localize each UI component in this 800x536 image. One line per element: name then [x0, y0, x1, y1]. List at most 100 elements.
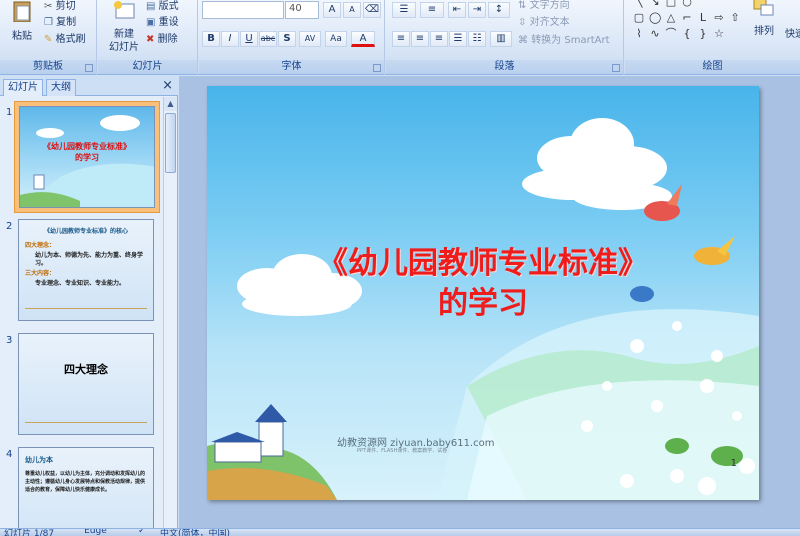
font-name-select[interactable]	[202, 1, 284, 19]
grow-font-button[interactable]: A	[323, 2, 341, 18]
paste-button[interactable]: 粘贴	[4, 0, 40, 43]
paragraph-launcher-icon[interactable]	[612, 64, 620, 72]
align-center-button[interactable]: ≡	[411, 31, 429, 47]
format-painter-button[interactable]: ✎ 格式刷	[44, 30, 86, 46]
scroll-thumb[interactable]	[165, 113, 176, 173]
reset-button[interactable]: ▣ 重设	[146, 13, 179, 29]
connector-shape-icon[interactable]: ⌐	[681, 12, 693, 24]
thumbnail-title: 《幼儿园教师专业标准》的核心	[43, 228, 128, 235]
curve-shape-icon[interactable]: ∿	[649, 28, 661, 40]
slides-group-label: 幻灯片	[98, 60, 197, 74]
clipboard-launcher-icon[interactable]	[85, 64, 93, 72]
slide-thumbnail-3[interactable]: 四大理念	[14, 329, 160, 441]
distribute-button[interactable]: ☷	[468, 31, 486, 47]
spellcheck-icon[interactable]: ✓	[138, 529, 146, 536]
paragraph-group: ☰ ≡ ⇤ ⇥ ↕ ⇅ 文字方向 ⇳ 对齐文本 ≡ ≡ ≡ ☰ ☷ ▥ ⌘ 转换…	[386, 0, 624, 75]
font-color-button[interactable]: A	[351, 31, 375, 47]
bullets-button[interactable]: ☰	[392, 2, 416, 18]
smartart-button[interactable]: ⌘ 转换为 SmartArt	[518, 31, 610, 47]
clipboard-group: 粘贴 ✂ 剪切 ❐ 复制 ✎ 格式刷 剪贴板	[0, 0, 97, 75]
strikethrough-button[interactable]: abc	[259, 31, 277, 47]
slide-edit-area: 《幼儿园教师专业标准》 的学习 幼教资源网 ziyuan.baby611.com…	[179, 76, 800, 528]
rectangle-shape-icon[interactable]: □	[665, 0, 677, 8]
freeform-shape-icon[interactable]: ⌇	[633, 28, 645, 40]
italic-button[interactable]: I	[221, 31, 239, 47]
shadow-button[interactable]: S	[278, 31, 296, 47]
quick-styles-button[interactable]: 快速	[785, 25, 800, 40]
change-case-button[interactable]: Aa	[325, 31, 347, 47]
brace-shape-icon[interactable]: }	[697, 28, 709, 40]
drawing-group: ╲ ↘ □ ○ ▢ ◯ △ ⌐ ᒪ ⇨ ⇧ ⌇ ∿ ⌒ { } ☆ 排列 快速 …	[625, 0, 800, 75]
arrow-shape-icon[interactable]: ↘	[649, 0, 661, 8]
slide-thumbnail-4[interactable]: 幼儿为本 尊重幼儿权益，以幼儿为主体，充分调动和发挥幼儿的主动性；遵循幼儿身心发…	[14, 443, 160, 528]
arrow-right-shape-icon[interactable]: ⇨	[713, 12, 725, 24]
theme-name: "Edge"	[80, 528, 111, 536]
arc-shape-icon[interactable]: ⌒	[665, 28, 677, 40]
numbering-button[interactable]: ≡	[420, 2, 444, 18]
elbow-shape-icon[interactable]: ᒪ	[697, 12, 709, 24]
star-shape-icon[interactable]: ☆	[713, 28, 725, 40]
paste-label: 粘贴	[12, 31, 32, 42]
cut-button[interactable]: ✂ 剪切	[44, 0, 76, 13]
bold-button[interactable]: B	[202, 31, 220, 47]
font-group-label: 字体	[199, 60, 384, 74]
watermark-subtext: PPT课件、FLASH课件、教案教学、试卷	[357, 448, 448, 454]
paragraph-group-label: 段落	[386, 60, 623, 74]
delete-label: 删除	[157, 34, 178, 45]
slide-page-number: 1	[730, 458, 737, 469]
char-spacing-button[interactable]: AV	[299, 31, 321, 47]
reset-label: 重设	[158, 17, 179, 28]
oval-shape-icon[interactable]: ○	[681, 0, 693, 8]
line-spacing-button[interactable]: ↕	[488, 2, 510, 18]
slide-thumbnail-1[interactable]: 《幼儿园教师专业标准》 的学习	[14, 101, 160, 213]
columns-icon: ▥	[496, 33, 506, 44]
current-slide[interactable]: 《幼儿园教师专业标准》 的学习 幼教资源网 ziyuan.baby611.com…	[207, 86, 759, 500]
align-right-button[interactable]: ≡	[430, 31, 448, 47]
shapes-gallery[interactable]: ╲ ↘ □ ○ ▢ ◯ △ ⌐ ᒪ ⇨ ⇧ ⌇ ∿ ⌒ { } ☆	[633, 0, 743, 46]
delete-button[interactable]: ✖ 删除	[146, 30, 178, 46]
slides-panel: 幻灯片 大纲 × 1 《幼儿园教师专业标准》 的学习 2 《幼儿园教师专业标准》…	[0, 76, 178, 528]
bracket-shape-icon[interactable]: {	[681, 28, 693, 40]
copy-label: 复制	[56, 17, 77, 28]
cut-label: 剪切	[55, 1, 76, 12]
new-slide-label: 新建 幻灯片	[109, 29, 139, 53]
arrange-button[interactable]: 排列	[749, 0, 779, 38]
new-slide-button[interactable]: 新建 幻灯片	[102, 0, 146, 54]
shrink-font-button[interactable]: A	[343, 2, 361, 18]
line-shape-icon[interactable]: ╲	[633, 0, 645, 8]
font-launcher-icon[interactable]	[373, 64, 381, 72]
rect2-shape-icon[interactable]: ▢	[633, 12, 645, 24]
slide-thumbnail-image: 幼儿为本 尊重幼儿权益，以幼儿为主体，充分调动和发挥幼儿的主动性；遵循幼儿身心发…	[18, 447, 154, 528]
text-direction-icon: ⇅	[518, 0, 527, 11]
copy-button[interactable]: ❐ 复制	[44, 13, 77, 29]
slide-thumbnail-2[interactable]: 《幼儿园教师专业标准》的核心 四大理念： 幼儿为本、师德为先、能力为重、终身学习…	[14, 215, 160, 327]
line-spacing-icon: ↕	[494, 4, 504, 15]
tab-outline[interactable]: 大纲	[46, 79, 76, 96]
language-indicator: 中文(简体，中国)	[160, 529, 231, 536]
layout-label: 版式	[158, 1, 179, 12]
align-right-icon: ≡	[434, 33, 444, 44]
thumbnail-scrollbar[interactable]: ▲	[163, 97, 177, 528]
close-panel-icon[interactable]: ×	[162, 78, 173, 93]
thumbnail-title: 四大理念	[64, 363, 108, 376]
slide-subtitle[interactable]: 的学习	[207, 284, 759, 324]
layout-button[interactable]: ▤ 版式	[146, 0, 179, 13]
justify-button[interactable]: ☰	[449, 31, 467, 47]
slide-title[interactable]: 《幼儿园教师专业标准》	[207, 244, 759, 284]
scroll-up-icon[interactable]: ▲	[164, 97, 177, 111]
underline-button[interactable]: U	[240, 31, 258, 47]
increase-indent-button[interactable]: ⇥	[468, 2, 486, 18]
oval2-shape-icon[interactable]: ◯	[649, 12, 661, 24]
align-left-button[interactable]: ≡	[392, 31, 410, 47]
decrease-indent-button[interactable]: ⇤	[448, 2, 466, 18]
tab-slides[interactable]: 幻灯片	[3, 79, 43, 96]
columns-button[interactable]: ▥	[490, 31, 512, 47]
triangle-shape-icon[interactable]: △	[665, 12, 677, 24]
text-direction-button[interactable]: ⇅ 文字方向	[518, 0, 570, 11]
align-text-button[interactable]: ⇳ 对齐文本	[518, 13, 570, 29]
arrow-up-shape-icon[interactable]: ⇧	[729, 12, 741, 24]
font-size-select[interactable]: 40	[285, 1, 319, 19]
scissors-icon: ✂	[44, 0, 53, 12]
layout-icon: ▤	[146, 0, 156, 12]
clear-format-button[interactable]: ⌫	[363, 2, 381, 18]
